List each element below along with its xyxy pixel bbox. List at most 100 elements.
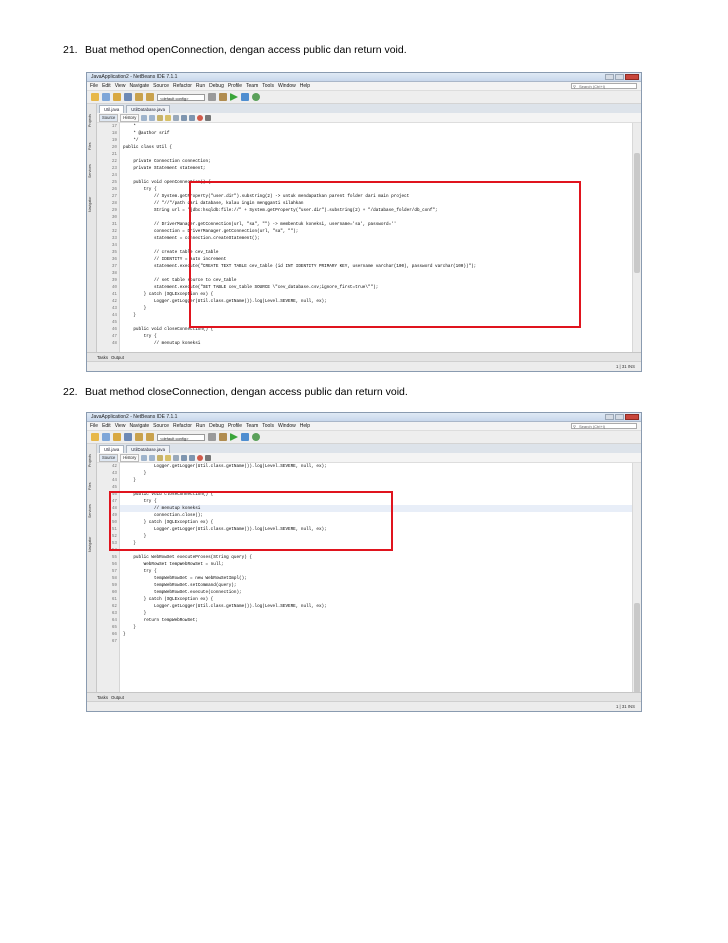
code-line[interactable]: } — [120, 624, 633, 631]
code-line[interactable]: } — [120, 470, 633, 477]
menu-item[interactable]: View — [115, 82, 126, 90]
new-file-icon[interactable] — [102, 93, 110, 101]
code-line[interactable]: } catch (SQLException ex) { — [120, 596, 633, 603]
side-tab-files[interactable]: Files — [88, 138, 94, 154]
menu-item[interactable]: Profile — [228, 82, 242, 90]
run-icon[interactable] — [230, 433, 238, 441]
clean-build-icon[interactable] — [219, 433, 227, 441]
history-button[interactable]: History — [120, 453, 140, 462]
menu-item[interactable]: Edit — [102, 422, 111, 430]
scrollbar-thumb[interactable] — [634, 153, 640, 273]
maximize-icon[interactable] — [615, 414, 624, 420]
minimize-icon[interactable] — [605, 414, 614, 420]
tab-tasks[interactable]: Tasks — [97, 355, 108, 360]
code-line[interactable]: * @author srif — [120, 130, 633, 137]
code-line[interactable]: public class Util { — [120, 144, 633, 151]
source-button[interactable]: Source — [99, 453, 119, 462]
back-icon[interactable] — [141, 114, 148, 121]
menu-item[interactable]: Navigate — [129, 82, 149, 90]
side-tab-files[interactable]: Files — [88, 478, 94, 494]
menu-item[interactable]: Window — [278, 82, 296, 90]
code-line[interactable]: tempWebRowSet.setCommand(query); — [120, 582, 633, 589]
toggle-bookmark-icon[interactable] — [173, 114, 180, 121]
code-line[interactable]: } — [120, 610, 633, 617]
menu-item[interactable]: Help — [300, 82, 310, 90]
code-line[interactable]: private Connection connection; — [120, 158, 633, 165]
tab-util-java[interactable]: Util.java — [99, 105, 125, 113]
side-tab-projects[interactable]: Projects — [88, 448, 94, 474]
scrollbar-thumb[interactable] — [634, 603, 640, 693]
new-project-icon[interactable] — [91, 433, 99, 441]
build-icon[interactable] — [208, 433, 216, 441]
menu-item[interactable]: Refactor — [173, 422, 192, 430]
menu-item[interactable]: Run — [196, 422, 205, 430]
highlight-icon[interactable] — [165, 454, 172, 461]
config-select[interactable]: <default config> — [157, 433, 205, 441]
code-line[interactable] — [120, 172, 633, 179]
code-line[interactable]: Logger.getLogger(Util.class.getName()).l… — [120, 603, 633, 610]
menu-item[interactable]: Source — [153, 422, 169, 430]
tab-output[interactable]: Output — [111, 355, 124, 360]
code-line[interactable]: } — [120, 477, 633, 484]
history-button[interactable]: History — [120, 113, 140, 122]
code-line[interactable] — [120, 484, 633, 491]
menu-item[interactable]: Run — [196, 82, 205, 90]
comment-icon[interactable] — [205, 114, 212, 121]
stop-macro-icon[interactable] — [197, 454, 204, 461]
menu-item[interactable]: Window — [278, 422, 296, 430]
menu-item[interactable]: File — [90, 82, 98, 90]
save-all-icon[interactable] — [124, 93, 132, 101]
back-icon[interactable] — [141, 454, 148, 461]
save-all-icon[interactable] — [124, 433, 132, 441]
comment-icon[interactable] — [205, 454, 212, 461]
tab-output[interactable]: Output — [111, 695, 124, 700]
shift-left-icon[interactable] — [181, 454, 188, 461]
menu-item[interactable]: Team — [246, 422, 258, 430]
highlight-icon[interactable] — [165, 114, 172, 121]
code-line[interactable]: */ — [120, 137, 633, 144]
shift-right-icon[interactable] — [189, 454, 196, 461]
menu-item[interactable]: Refactor — [173, 82, 192, 90]
side-tab-services[interactable]: Services — [88, 498, 94, 524]
side-tab-navigator[interactable]: Navigator — [88, 530, 94, 558]
menu-item[interactable]: Team — [246, 82, 258, 90]
run-icon[interactable] — [230, 93, 238, 101]
editor-scrollbar[interactable] — [632, 463, 641, 693]
config-select[interactable]: <default config> — [157, 93, 205, 101]
tab-util-java[interactable]: Util.java — [99, 445, 125, 453]
source-button[interactable]: Source — [99, 113, 119, 122]
build-icon[interactable] — [208, 93, 216, 101]
close-icon[interactable] — [625, 414, 639, 420]
tab-utildatabase-java[interactable]: UtilDatabase.java — [126, 445, 170, 453]
code-line[interactable]: } — [120, 631, 633, 638]
menu-item[interactable]: Tools — [262, 422, 274, 430]
code-line[interactable]: return tempWebRowSet; — [120, 617, 633, 624]
menu-item[interactable]: Profile — [228, 422, 242, 430]
code-line[interactable]: tempWebRowSet = new WebRowSetImpl(); — [120, 575, 633, 582]
shift-left-icon[interactable] — [181, 114, 188, 121]
side-tab-navigator[interactable]: Navigator — [88, 190, 94, 218]
side-tab-services[interactable]: Services — [88, 158, 94, 184]
toggle-bookmark-icon[interactable] — [173, 454, 180, 461]
forward-icon[interactable] — [149, 114, 156, 121]
undo-icon[interactable] — [135, 93, 143, 101]
code-line[interactable]: // menutup koneksi — [120, 340, 633, 347]
open-project-icon[interactable] — [113, 433, 121, 441]
code-line[interactable]: tempWebRowSet.execute(connection); — [120, 589, 633, 596]
forward-icon[interactable] — [149, 454, 156, 461]
menu-item[interactable]: Help — [300, 422, 310, 430]
code-line[interactable]: private Statement statement; — [120, 165, 633, 172]
menu-item[interactable]: Debug — [209, 82, 224, 90]
tab-utildatabase-java[interactable]: UtilDatabase.java — [126, 105, 170, 113]
tab-tasks[interactable]: Tasks — [97, 695, 108, 700]
new-file-icon[interactable] — [102, 433, 110, 441]
menu-item[interactable]: Source — [153, 82, 169, 90]
menu-item[interactable]: Edit — [102, 82, 111, 90]
shift-right-icon[interactable] — [189, 114, 196, 121]
side-tab-projects[interactable]: Projects — [88, 108, 94, 134]
redo-icon[interactable] — [146, 433, 154, 441]
editor-scrollbar[interactable] — [632, 123, 641, 353]
menu-item[interactable]: Debug — [209, 422, 224, 430]
debug-icon[interactable] — [241, 93, 249, 101]
profile-icon[interactable] — [252, 93, 260, 101]
